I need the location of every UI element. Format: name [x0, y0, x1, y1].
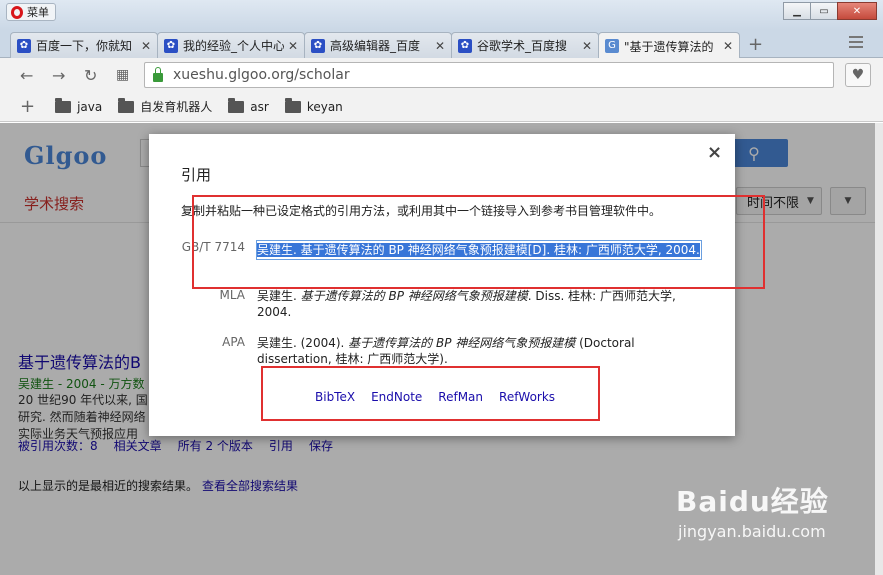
url-field[interactable]: xueshu.glgoo.org/scholar	[144, 62, 834, 88]
baidu-jingyan-watermark: Baidu经验 jingyan.baidu.com	[676, 480, 829, 541]
tab-title: 百度一下，你就知	[36, 39, 133, 53]
dialog-title: 引用	[181, 166, 212, 184]
tab-editor[interactable]: ✿ 高级编辑器_百度 ✕	[304, 32, 452, 58]
speed-dial-icon[interactable]: ▦	[116, 67, 129, 83]
address-bar: ← → ↻ ▦ xueshu.glgoo.org/scholar ♥	[0, 58, 883, 92]
bookmark-robot[interactable]: 自发育机器人	[118, 97, 213, 115]
forward-icon[interactable]: →	[52, 66, 65, 85]
lock-icon	[153, 66, 163, 82]
citation-text[interactable]: 吴建生. (2004). 基于遗传算法的 BP 神经网络气象预报建模 (Doct…	[257, 335, 701, 367]
tab-close-icon[interactable]: ✕	[582, 39, 592, 53]
watermark-url: jingyan.baidu.com	[678, 522, 826, 541]
tab-close-icon[interactable]: ✕	[141, 39, 151, 53]
url-text: xueshu.glgoo.org/scholar	[173, 67, 350, 83]
citation-title: 基于遗传算法的 BP 神经网络气象预报建模	[300, 289, 528, 303]
tab-title: 高级编辑器_百度	[330, 39, 421, 53]
citation-author: 吴建生. (2004).	[257, 336, 349, 350]
folder-icon	[228, 97, 245, 113]
baidu-paw-icon: ✿	[164, 38, 178, 53]
citation-title: 基于遗传算法的 BP 神经网络气象预报建模	[348, 336, 576, 350]
scholar-favicon-icon: G	[605, 39, 619, 53]
menu-label: 菜单	[27, 6, 49, 19]
bookmark-java[interactable]: java	[55, 97, 103, 114]
bookmark-label: java	[77, 99, 103, 114]
tab-strip: ✿ 百度一下，你就知 ✕ ✿ 我的经验_个人中心 ✕ ✿ 高级编辑器_百度 ✕ …	[0, 30, 883, 59]
tab-baidu[interactable]: ✿ 百度一下，你就知 ✕	[10, 32, 158, 58]
citation-label: MLA	[219, 288, 245, 302]
close-window-icon[interactable]: ✕	[837, 2, 877, 20]
tab-active[interactable]: G "基于遗传算法的 ✕	[598, 32, 740, 59]
page-scrollbar[interactable]	[875, 123, 883, 575]
window-controls: ▁ ▭ ✕	[783, 2, 877, 20]
heart-icon[interactable]: ♥	[845, 63, 871, 87]
tab-close-icon[interactable]: ✕	[723, 39, 733, 53]
tab-close-icon[interactable]: ✕	[435, 39, 445, 53]
citation-text[interactable]: 吴建生. 基于遗传算法的 BP 神经网络气象预报建模. Diss. 桂林: 广西…	[257, 288, 701, 320]
close-icon[interactable]: ×	[707, 142, 722, 163]
tab-title: 谷歌学术_百度搜	[477, 39, 568, 53]
folder-icon	[55, 97, 72, 113]
folder-icon	[118, 97, 135, 113]
citation-label: APA	[222, 335, 245, 349]
baidu-paw-icon: ✿	[17, 38, 31, 53]
citation-author: 吴建生.	[257, 289, 301, 303]
tab-title: "基于遗传算法的	[624, 39, 714, 54]
watermark-logo: Baidu经验	[676, 485, 829, 518]
bookmark-keyan[interactable]: keyan	[284, 97, 343, 114]
bookmarks-bar: + java 自发育机器人 asr keyan	[0, 92, 883, 122]
bookmark-label: 自发育机器人	[140, 100, 213, 114]
annotation-box-citation	[192, 195, 765, 289]
opera-logo-icon	[11, 5, 23, 19]
tab-close-icon[interactable]: ✕	[288, 39, 298, 53]
back-icon[interactable]: ←	[20, 66, 33, 85]
tab-menu-icon[interactable]	[849, 36, 863, 48]
add-bookmark-icon[interactable]: +	[20, 96, 35, 117]
annotation-box-exports	[261, 366, 600, 421]
folder-icon	[284, 97, 301, 113]
new-tab-icon[interactable]: +	[748, 34, 763, 55]
opera-menu-button[interactable]: 菜单	[6, 3, 56, 21]
bookmark-label: asr	[250, 99, 269, 114]
baidu-paw-icon: ✿	[311, 38, 325, 53]
tab-scholar-search[interactable]: ✿ 谷歌学术_百度搜 ✕	[451, 32, 599, 58]
minimize-icon[interactable]: ▁	[783, 2, 811, 20]
bookmark-asr[interactable]: asr	[228, 97, 269, 114]
window-titlebar: 菜单 ▁ ▭ ✕	[0, 0, 883, 30]
bookmark-label: keyan	[306, 99, 343, 114]
reload-icon[interactable]: ↻	[84, 66, 97, 85]
baidu-paw-icon: ✿	[458, 38, 472, 53]
tab-title: 我的经验_个人中心	[183, 39, 284, 53]
tab-jingyan[interactable]: ✿ 我的经验_个人中心 ✕	[157, 32, 305, 58]
maximize-icon[interactable]: ▭	[810, 2, 838, 20]
